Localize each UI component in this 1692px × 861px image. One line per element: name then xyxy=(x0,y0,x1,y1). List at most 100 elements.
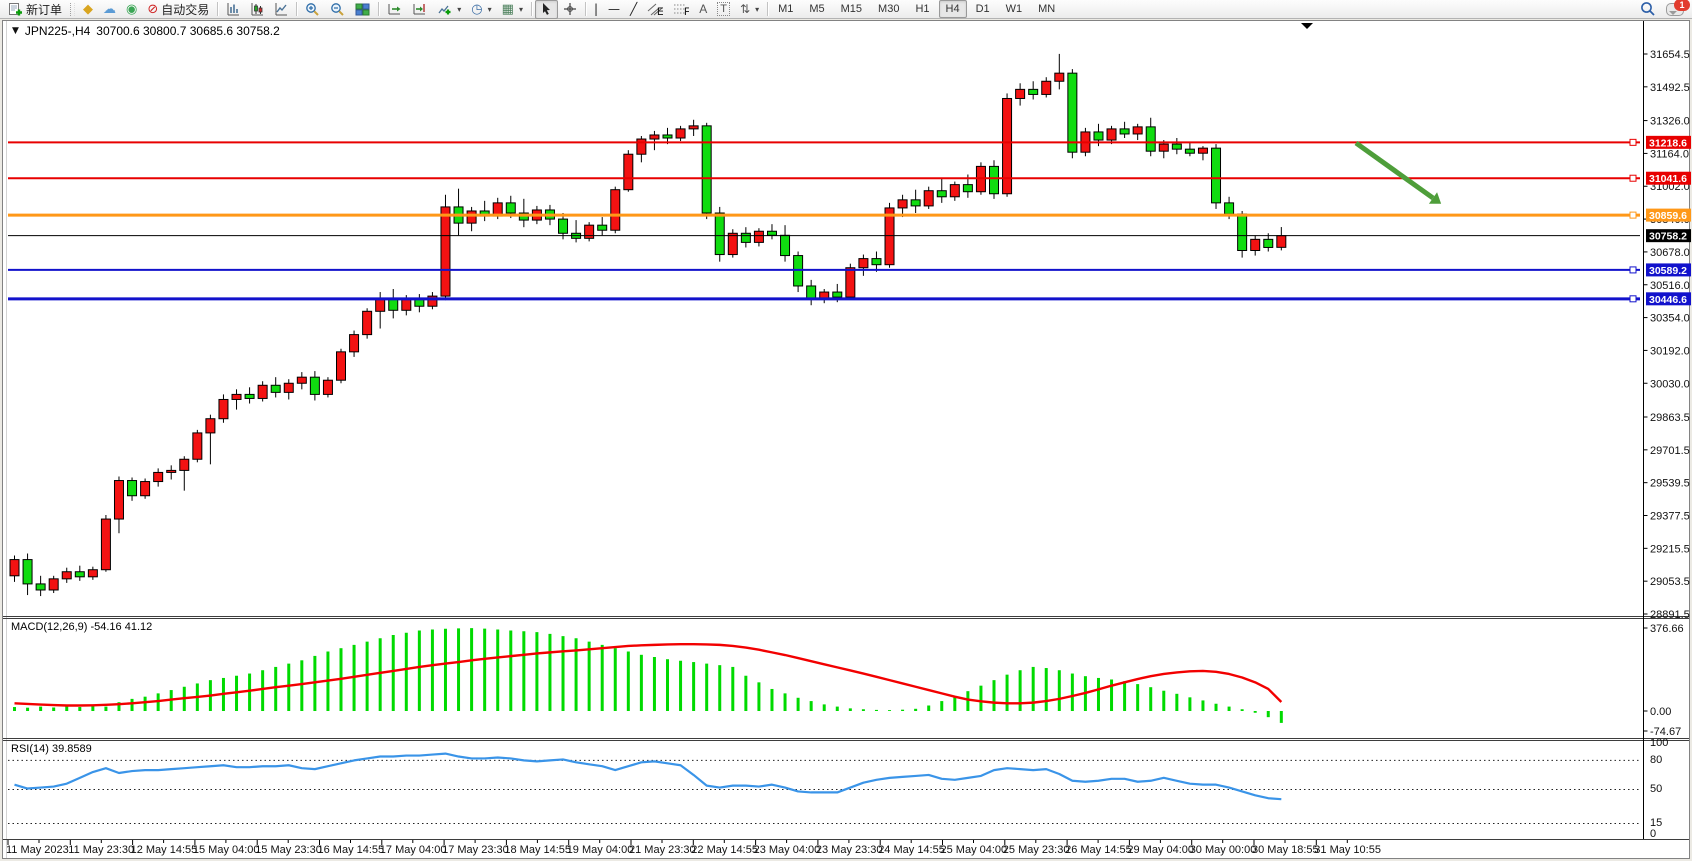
candle-body xyxy=(911,200,920,206)
candle-body xyxy=(937,191,946,197)
cursor-button[interactable] xyxy=(535,0,558,19)
date-label[interactable]: 15 May 23:30 xyxy=(255,844,322,856)
line-handle[interactable] xyxy=(1630,267,1636,273)
timeframe-m30[interactable]: M30 xyxy=(871,0,906,18)
signals-button[interactable]: ◉ xyxy=(121,0,142,19)
date-label[interactable]: 17 May 04:00 xyxy=(380,844,447,856)
new-order-button[interactable]: 新订单 xyxy=(3,0,67,19)
price-tick-label: 29377.5 xyxy=(1650,511,1690,523)
candle-body xyxy=(1198,148,1207,153)
templates-button[interactable]: ▦ ▾ xyxy=(497,0,528,19)
trendline-icon: ╱ xyxy=(630,3,637,15)
search-icon[interactable] xyxy=(1640,1,1656,17)
toolbar-separator xyxy=(531,2,532,16)
line-handle[interactable] xyxy=(1630,139,1636,145)
indicators-button[interactable]: ▾ xyxy=(432,0,466,19)
chart-canvas[interactable]: 31654.531492.531326.031164.031002.030840… xyxy=(0,0,1692,861)
candle-body xyxy=(702,126,711,213)
date-label[interactable]: 18 May 14:55 xyxy=(504,844,571,856)
community-button[interactable]: ☁ xyxy=(98,0,121,19)
text-label-icon: T xyxy=(717,2,730,16)
date-label[interactable]: 30 May 00:00 xyxy=(1190,844,1257,856)
zoom-out-button[interactable] xyxy=(325,0,350,19)
candle-chart-icon xyxy=(250,2,264,16)
bar-chart-button[interactable] xyxy=(221,0,245,19)
new-order-label: 新订单 xyxy=(26,1,62,18)
price-tick-label: 31492.5 xyxy=(1650,82,1690,94)
candle-body xyxy=(1264,239,1273,247)
date-label[interactable]: 15 May 04:00 xyxy=(193,844,260,856)
timeframe-m5[interactable]: M5 xyxy=(802,0,831,18)
price-line-label-text: 31041.6 xyxy=(1649,173,1687,185)
date-label[interactable]: 21 May 23:30 xyxy=(629,844,696,856)
date-label[interactable]: 12 May 14:55 xyxy=(131,844,198,856)
chart-window: 31654.531492.531326.031164.031002.030840… xyxy=(0,0,1692,861)
timeframe-h1[interactable]: H1 xyxy=(908,0,936,18)
trendline-button[interactable]: ╱ xyxy=(625,0,642,19)
timeframe-m15[interactable]: M15 xyxy=(834,0,869,18)
arrows-icon: ⇅ xyxy=(740,3,750,15)
cloud-user-icon: ☁ xyxy=(103,3,116,16)
candle-body xyxy=(990,166,999,193)
timeframe-w1[interactable]: W1 xyxy=(999,0,1030,18)
candle-body xyxy=(1107,129,1116,140)
date-label[interactable]: 23 May 23:30 xyxy=(816,844,883,856)
rsi-axis-label: 50 xyxy=(1650,783,1662,795)
date-label[interactable]: 16 May 14:55 xyxy=(318,844,385,856)
toolbar-separator xyxy=(585,2,586,16)
price-tick-label: 29701.5 xyxy=(1650,445,1690,457)
line-handle[interactable] xyxy=(1630,296,1636,302)
date-label[interactable]: 11 May 23:30 xyxy=(68,844,134,856)
timeframe-h4[interactable]: H4 xyxy=(939,0,967,18)
timeframe-mn[interactable]: MN xyxy=(1031,0,1062,18)
date-label[interactable]: 25 May 04:00 xyxy=(941,844,1008,856)
price-tick-label: 29539.5 xyxy=(1650,478,1690,490)
timeframe-d1[interactable]: D1 xyxy=(969,0,997,18)
candle-body xyxy=(1172,144,1181,149)
date-label[interactable]: 23 May 04:00 xyxy=(754,844,821,856)
crosshair-button[interactable] xyxy=(558,0,582,19)
date-label[interactable]: 19 May 04:00 xyxy=(567,844,634,856)
candle-body xyxy=(676,129,685,138)
chart-shift-button[interactable] xyxy=(407,0,432,19)
date-label[interactable]: 31 May 10:55 xyxy=(1314,844,1381,856)
line-chart-button[interactable] xyxy=(269,0,293,19)
candle-body xyxy=(559,219,568,233)
fibonacci-button[interactable]: F xyxy=(668,0,694,19)
line-handle[interactable] xyxy=(1630,212,1636,218)
candle-body xyxy=(271,385,280,392)
zoom-out-icon xyxy=(330,2,345,17)
timeframe-m1[interactable]: M1 xyxy=(771,0,800,18)
gold-book-icon: ◆ xyxy=(83,3,93,16)
toolbar-separator xyxy=(378,2,379,16)
autotrading-button[interactable]: ⊘ 自动交易 xyxy=(142,0,214,19)
svg-text:F: F xyxy=(684,6,689,16)
horizontal-line-button[interactable]: — xyxy=(603,0,625,19)
price-tick-label: 31654.5 xyxy=(1650,49,1690,61)
date-label[interactable]: 30 May 18:55 xyxy=(1252,844,1319,856)
symbol-dropdown-icon[interactable]: ▼ xyxy=(12,26,19,36)
line-handle[interactable] xyxy=(1630,175,1636,181)
equidistant-channel-button[interactable]: E xyxy=(642,0,668,19)
candle-chart-button[interactable] xyxy=(245,0,269,19)
candle-body xyxy=(219,399,228,418)
date-label[interactable]: 24 May 14:55 xyxy=(878,844,945,856)
date-label[interactable]: 17 May 23:30 xyxy=(442,844,509,856)
date-label[interactable]: 22 May 14:55 xyxy=(691,844,758,856)
zoom-in-button[interactable] xyxy=(300,0,325,19)
date-label[interactable]: 29 May 04:00 xyxy=(1127,844,1194,856)
guide-button[interactable]: ◆ xyxy=(78,0,98,19)
date-label[interactable]: 26 May 14:55 xyxy=(1065,844,1132,856)
notifications-icon[interactable]: 1 xyxy=(1666,3,1684,16)
date-label[interactable]: 11 May 2023 xyxy=(6,844,69,856)
periods-button[interactable]: ◷ ▾ xyxy=(466,0,496,19)
tile-windows-button[interactable] xyxy=(350,0,375,19)
text-label-button[interactable]: T xyxy=(712,0,735,19)
chart-symbol-period: JPN225-,H4 xyxy=(25,24,90,38)
autoscroll-button[interactable] xyxy=(382,0,407,19)
arrows-button[interactable]: ⇅ ▾ xyxy=(735,0,764,19)
toolbar-separator xyxy=(767,2,768,16)
date-label[interactable]: 25 May 23:30 xyxy=(1003,844,1070,856)
text-button[interactable]: A xyxy=(694,0,712,19)
vertical-line-button[interactable]: | xyxy=(589,0,603,19)
